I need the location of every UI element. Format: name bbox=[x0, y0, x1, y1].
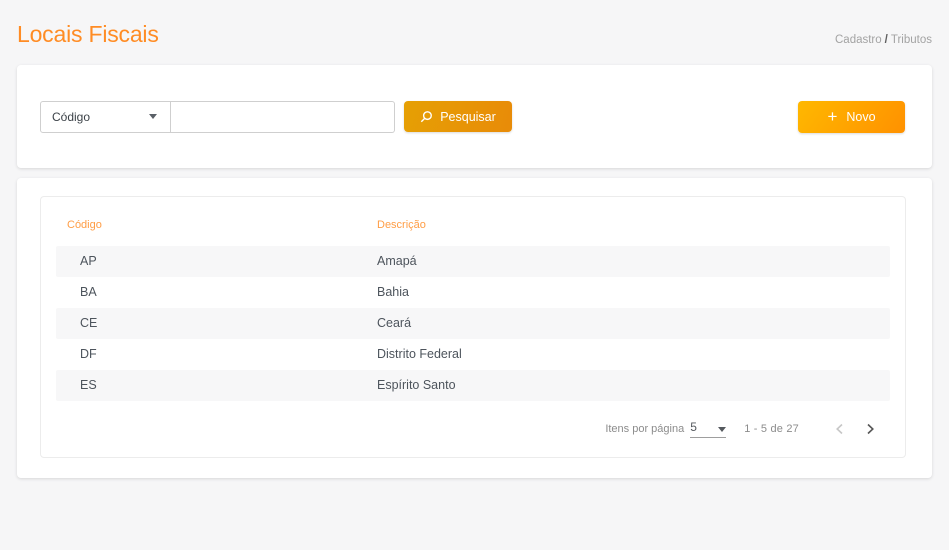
page-size-value: 5 bbox=[690, 419, 697, 434]
table-header-row: Código Descrição bbox=[41, 197, 905, 246]
new-button[interactable]: + Novo bbox=[798, 100, 905, 133]
page: Locais Fiscais Cadastro / Tributos Código … bbox=[0, 0, 949, 478]
table-row[interactable]: CE Ceará bbox=[56, 307, 890, 339]
breadcrumb: Cadastro / Tributos bbox=[835, 34, 932, 48]
search-field-combo: Código bbox=[40, 100, 395, 133]
search-button[interactable]: Pesquisar bbox=[404, 101, 512, 132]
cell-codigo: AP bbox=[80, 254, 97, 269]
previous-page-button[interactable] bbox=[825, 415, 855, 443]
cell-descricao: Bahia bbox=[377, 285, 409, 300]
cell-codigo: DF bbox=[80, 347, 97, 362]
search-icon bbox=[420, 110, 433, 123]
cell-codigo: CE bbox=[80, 316, 98, 331]
next-page-button[interactable] bbox=[855, 415, 885, 443]
cell-codigo: BA bbox=[80, 285, 97, 300]
chevron-right-icon bbox=[863, 422, 877, 436]
breadcrumb-parent[interactable]: Cadastro bbox=[835, 34, 882, 46]
search-field-select[interactable]: Código bbox=[40, 100, 171, 133]
cell-descricao: Amapá bbox=[377, 254, 417, 269]
new-button-label: Novo bbox=[846, 109, 876, 124]
cell-codigo: ES bbox=[80, 378, 97, 393]
breadcrumb-separator: / bbox=[884, 34, 888, 46]
table-row[interactable]: AP Amapá bbox=[56, 245, 890, 277]
page-size-select[interactable]: 5 bbox=[690, 419, 727, 438]
search-button-label: Pesquisar bbox=[440, 109, 496, 124]
chevron-left-icon bbox=[833, 422, 847, 436]
chevron-down-icon bbox=[718, 426, 727, 432]
table-panel: Código Descrição AP Amapá BA Bahia CE Ce… bbox=[17, 178, 932, 478]
chevron-down-icon bbox=[149, 114, 157, 119]
column-header-codigo[interactable]: Código bbox=[67, 219, 377, 231]
pagination: Itens por página 5 1 - 5 de 27 bbox=[41, 401, 905, 457]
page-title: Locais Fiscais bbox=[17, 21, 159, 47]
items-per-page-label: Itens por página bbox=[605, 422, 685, 435]
cell-descricao: Espírito Santo bbox=[377, 378, 456, 393]
cell-descricao: Distrito Federal bbox=[377, 347, 462, 362]
column-header-descricao[interactable]: Descrição bbox=[377, 219, 426, 231]
pagination-range: 1 - 5 de 27 bbox=[744, 422, 799, 435]
cell-descricao: Ceará bbox=[377, 316, 412, 331]
search-field-selected-value: Código bbox=[52, 109, 91, 124]
search-input[interactable] bbox=[171, 100, 395, 133]
table-row[interactable]: BA Bahia bbox=[56, 277, 890, 308]
table-row[interactable]: ES Espírito Santo bbox=[56, 369, 890, 401]
plus-icon: + bbox=[827, 106, 838, 126]
table-row[interactable]: DF Distrito Federal bbox=[56, 339, 890, 370]
table-card: Código Descrição AP Amapá BA Bahia CE Ce… bbox=[40, 196, 906, 458]
breadcrumb-current: Tributos bbox=[890, 34, 932, 46]
table-body: AP Amapá BA Bahia CE Ceará DF Distrito F… bbox=[41, 245, 905, 401]
search-panel: Código Pesquisar + Novo bbox=[17, 65, 932, 168]
page-header: Locais Fiscais Cadastro / Tributos bbox=[17, 0, 932, 48]
